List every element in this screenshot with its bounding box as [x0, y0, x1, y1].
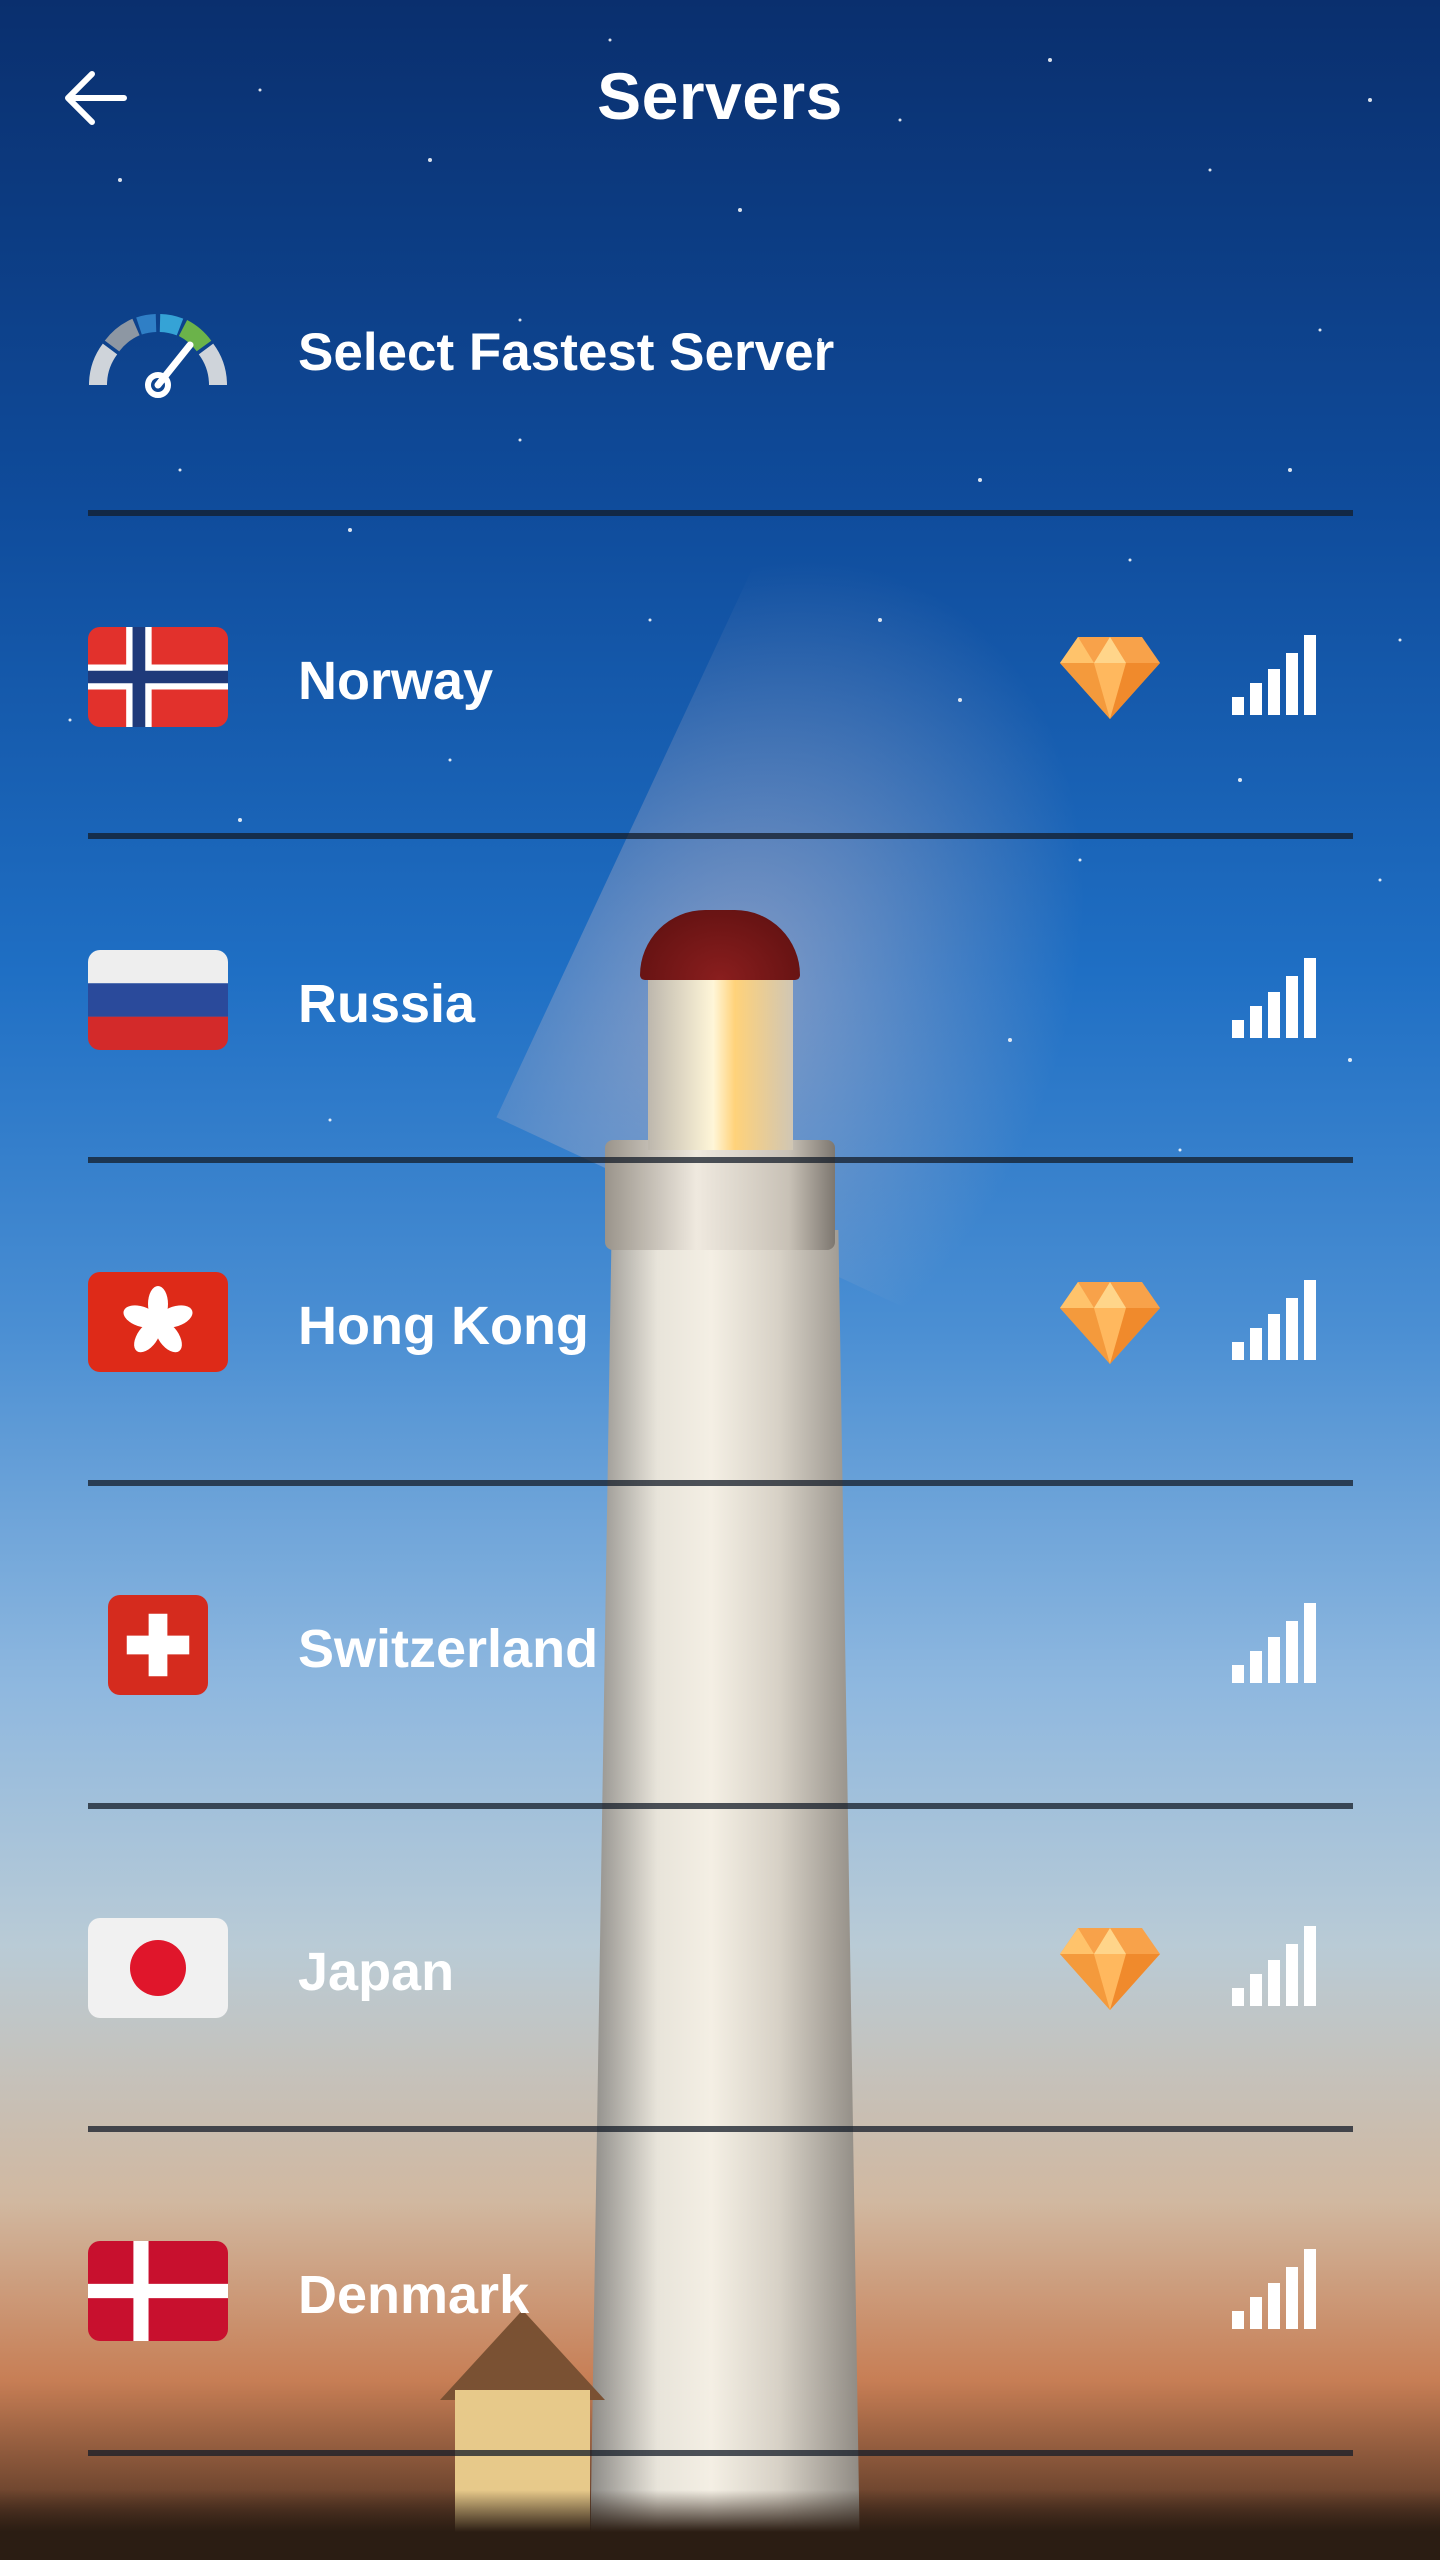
server-row-norway[interactable]: Norway	[0, 515, 1440, 837]
signal-strength-icon	[1232, 958, 1316, 1038]
country-name: Denmark	[298, 2265, 530, 2325]
country-name: Norway	[298, 651, 494, 711]
app-bar: Servers	[0, 0, 1440, 200]
signal-strength-icon	[1232, 1280, 1316, 1360]
premium-diamond-icon	[1060, 1282, 1160, 1364]
select-fastest-server-item[interactable]: Select Fastest Server	[0, 260, 1440, 460]
server-row-denmark[interactable]: Denmark	[0, 2131, 1440, 2453]
premium-diamond-icon	[1060, 637, 1160, 719]
japan-flag-icon	[88, 1918, 228, 2018]
country-name: Russia	[298, 974, 476, 1034]
country-name: Switzerland	[298, 1619, 599, 1679]
page-title: Servers	[597, 59, 843, 133]
norway-flag-icon	[88, 627, 228, 727]
premium-diamond-icon	[1060, 1928, 1160, 2010]
country-name: Japan	[298, 1942, 455, 2002]
server-row-hong-kong[interactable]: Hong Kong	[0, 1162, 1440, 1484]
server-row-japan[interactable]: Japan	[0, 1808, 1440, 2130]
signal-strength-icon	[1232, 635, 1316, 715]
fastest-server-label: Select Fastest Server	[298, 323, 835, 382]
switzerland-flag-icon	[108, 1595, 208, 1695]
hong-kong-flag-icon	[88, 1272, 228, 1372]
horizon-silhouette	[0, 2490, 1440, 2560]
server-row-russia[interactable]: Russia	[0, 838, 1440, 1160]
denmark-flag-icon	[88, 2241, 228, 2341]
signal-strength-icon	[1232, 2249, 1316, 2329]
divider	[88, 2450, 1353, 2456]
country-name: Hong Kong	[298, 1296, 589, 1356]
signal-strength-icon	[1232, 1926, 1316, 2006]
russia-flag-icon	[88, 950, 228, 1050]
speedometer-icon	[89, 314, 227, 398]
server-row-switzerland[interactable]: Switzerland	[0, 1485, 1440, 1807]
signal-strength-icon	[1232, 1603, 1316, 1683]
